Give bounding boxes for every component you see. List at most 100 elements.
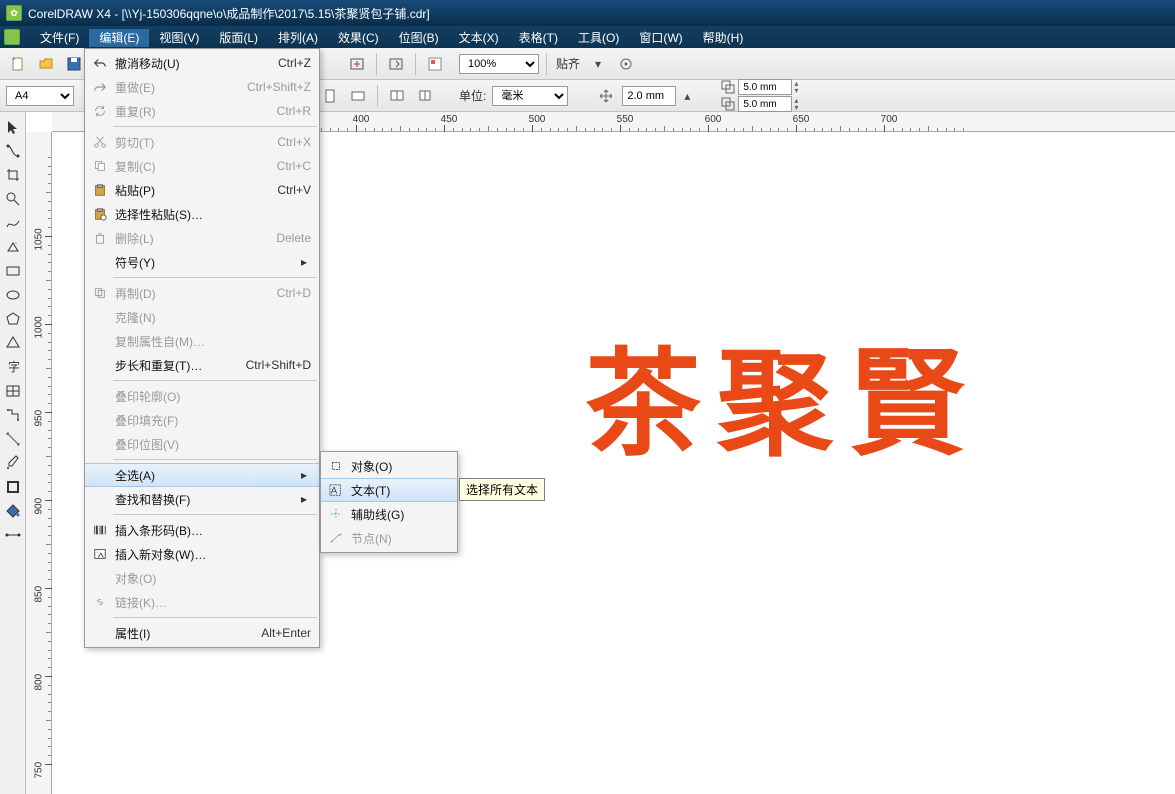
shape-tool[interactable] <box>2 140 24 162</box>
submenu-arrow-icon: ▸ <box>297 255 311 269</box>
menu-item-重做E: 重做(E)Ctrl+Shift+Z <box>85 75 319 99</box>
landscape-button[interactable] <box>346 84 370 108</box>
units-label: 单位: <box>459 87 486 104</box>
canvas-artwork-text[interactable]: 茶聚賢 <box>585 310 981 478</box>
page-facing-button[interactable] <box>413 84 437 108</box>
redo-icon <box>89 80 111 94</box>
menu-item-文本T[interactable]: A文本(T) <box>321 478 457 502</box>
dup-x-input[interactable] <box>738 79 792 95</box>
menu-item-label: 撤消移动(U) <box>111 55 231 72</box>
menu-位图[interactable]: 位图(B) <box>389 29 449 47</box>
zoom-tool[interactable] <box>2 188 24 210</box>
menu-item-插入新对象W[interactable]: 插入新对象(W)… <box>85 542 319 566</box>
menu-版面[interactable]: 版面(L) <box>209 29 268 47</box>
menu-item-属性I[interactable]: 属性(I)Alt+Enter <box>85 621 319 645</box>
menu-item-克隆N: 克隆(N) <box>85 305 319 329</box>
export-button[interactable] <box>384 52 408 76</box>
menu-shortcut: Ctrl+X <box>231 135 311 149</box>
pick-tool[interactable] <box>2 116 24 138</box>
interactive-fill-tool[interactable] <box>2 524 24 546</box>
units-select[interactable]: 毫米 <box>492 86 568 106</box>
menu-item-粘贴P[interactable]: 粘贴(P)Ctrl+V <box>85 178 319 202</box>
rect-tool[interactable] <box>2 260 24 282</box>
menu-视图[interactable]: 视图(V) <box>149 29 209 47</box>
menu-item-label: 查找和替换(F) <box>111 491 297 508</box>
spinner[interactable]: ▴▾ <box>794 80 798 94</box>
open-button[interactable] <box>34 52 58 76</box>
menu-item-label: 重做(E) <box>111 79 227 96</box>
menu-item-符号Y[interactable]: 符号(Y)▸ <box>85 250 319 274</box>
menu-item-查找和替换F[interactable]: 查找和替换(F)▸ <box>85 487 319 511</box>
separator <box>415 53 416 75</box>
menu-shortcut: Delete <box>231 231 311 245</box>
outline-tool[interactable] <box>2 476 24 498</box>
save-button[interactable] <box>62 52 86 76</box>
pages-button[interactable] <box>385 84 409 108</box>
menu-item-label: 叠印轮廓(O) <box>111 388 311 405</box>
dimension-tool[interactable] <box>2 428 24 450</box>
menu-item-插入条形码B[interactable]: 插入条形码(B)… <box>85 518 319 542</box>
menu-shortcut: Ctrl+D <box>231 286 311 300</box>
snap-dropdown[interactable]: ▾ <box>586 52 610 76</box>
dup-y-input[interactable] <box>738 96 792 112</box>
menu-item-叠印填充F: 叠印填充(F) <box>85 408 319 432</box>
menu-item-步长和重复T[interactable]: 步长和重复(T)…Ctrl+Shift+D <box>85 353 319 377</box>
toolbox: 字 <box>0 112 26 794</box>
menu-item-对象O[interactable]: 对象(O) <box>321 454 457 478</box>
menu-shortcut: Ctrl+C <box>231 159 311 173</box>
menu-帮助[interactable]: 帮助(H) <box>693 29 754 47</box>
menu-item-撤消移动U[interactable]: 撤消移动(U)Ctrl+Z <box>85 51 319 75</box>
fill-tool[interactable] <box>2 500 24 522</box>
basic-shapes-tool[interactable] <box>2 332 24 354</box>
menu-表格[interactable]: 表格(T) <box>509 29 568 47</box>
options-button[interactable] <box>614 52 638 76</box>
freehand-tool[interactable] <box>2 212 24 234</box>
barcode-icon <box>89 523 111 537</box>
menu-文件[interactable]: 文件(F) <box>30 29 89 47</box>
doc-icon <box>4 29 20 45</box>
smart-tool[interactable] <box>2 236 24 258</box>
nudge-input[interactable] <box>622 86 676 106</box>
app-launch-button[interactable] <box>423 52 447 76</box>
spinner[interactable]: ▴▾ <box>794 97 798 111</box>
menu-item-叠印轮廓O: 叠印轮廓(O) <box>85 384 319 408</box>
portrait-button[interactable] <box>318 84 342 108</box>
menu-item-label: 属性(I) <box>111 625 231 642</box>
menu-item-全选A[interactable]: 全选(A)▸ <box>85 463 319 487</box>
import-button[interactable] <box>345 52 369 76</box>
menu-item-选择性粘贴S[interactable]: 选择性粘贴(S)… <box>85 202 319 226</box>
menu-排列[interactable]: 排列(A) <box>268 29 328 47</box>
menu-item-label: 选择性粘贴(S)… <box>111 206 311 223</box>
page-size-select[interactable]: A4 <box>6 86 74 106</box>
menu-item-辅助线G[interactable]: 辅助线(G) <box>321 502 457 526</box>
table-tool[interactable] <box>2 380 24 402</box>
menu-窗口[interactable]: 窗口(W) <box>629 29 692 47</box>
zoom-select[interactable]: 100% <box>459 54 539 74</box>
titlebar: ✿ CorelDRAW X4 - [\\Yj-150306qqne\o\成品制作… <box>0 0 1175 26</box>
undo-icon <box>89 56 111 70</box>
menu-item-label: 全选(A) <box>111 467 297 484</box>
menu-效果[interactable]: 效果(C) <box>328 29 389 47</box>
submenu-arrow-icon: ▸ <box>297 492 311 506</box>
crop-tool[interactable] <box>2 164 24 186</box>
menu-separator <box>113 459 317 460</box>
ellipse-tool[interactable] <box>2 284 24 306</box>
nudge-spinner[interactable]: ▴ <box>680 84 694 108</box>
menu-文本[interactable]: 文本(X) <box>449 29 509 47</box>
new-button[interactable] <box>6 52 30 76</box>
duplicate-icon <box>89 286 111 300</box>
polygon-tool[interactable] <box>2 308 24 330</box>
text-tool[interactable]: 字 <box>2 356 24 378</box>
menu-item-删除L: 删除(L)Delete <box>85 226 319 250</box>
menu-shortcut: Ctrl+Z <box>231 56 311 70</box>
menu-工具[interactable]: 工具(O) <box>568 29 629 47</box>
menu-编辑[interactable]: 编辑(E) <box>89 29 149 47</box>
menu-item-label: 剪切(T) <box>111 134 231 151</box>
menu-item-label: 文本(T) <box>347 482 449 499</box>
menu-item-label: 再制(D) <box>111 285 231 302</box>
eyedropper-tool[interactable] <box>2 452 24 474</box>
copy-icon <box>89 159 111 173</box>
edit-menu-dropdown: 撤消移动(U)Ctrl+Z重做(E)Ctrl+Shift+Z重复(R)Ctrl+… <box>84 48 320 648</box>
connector-tool[interactable] <box>2 404 24 426</box>
menu-separator <box>113 514 317 515</box>
